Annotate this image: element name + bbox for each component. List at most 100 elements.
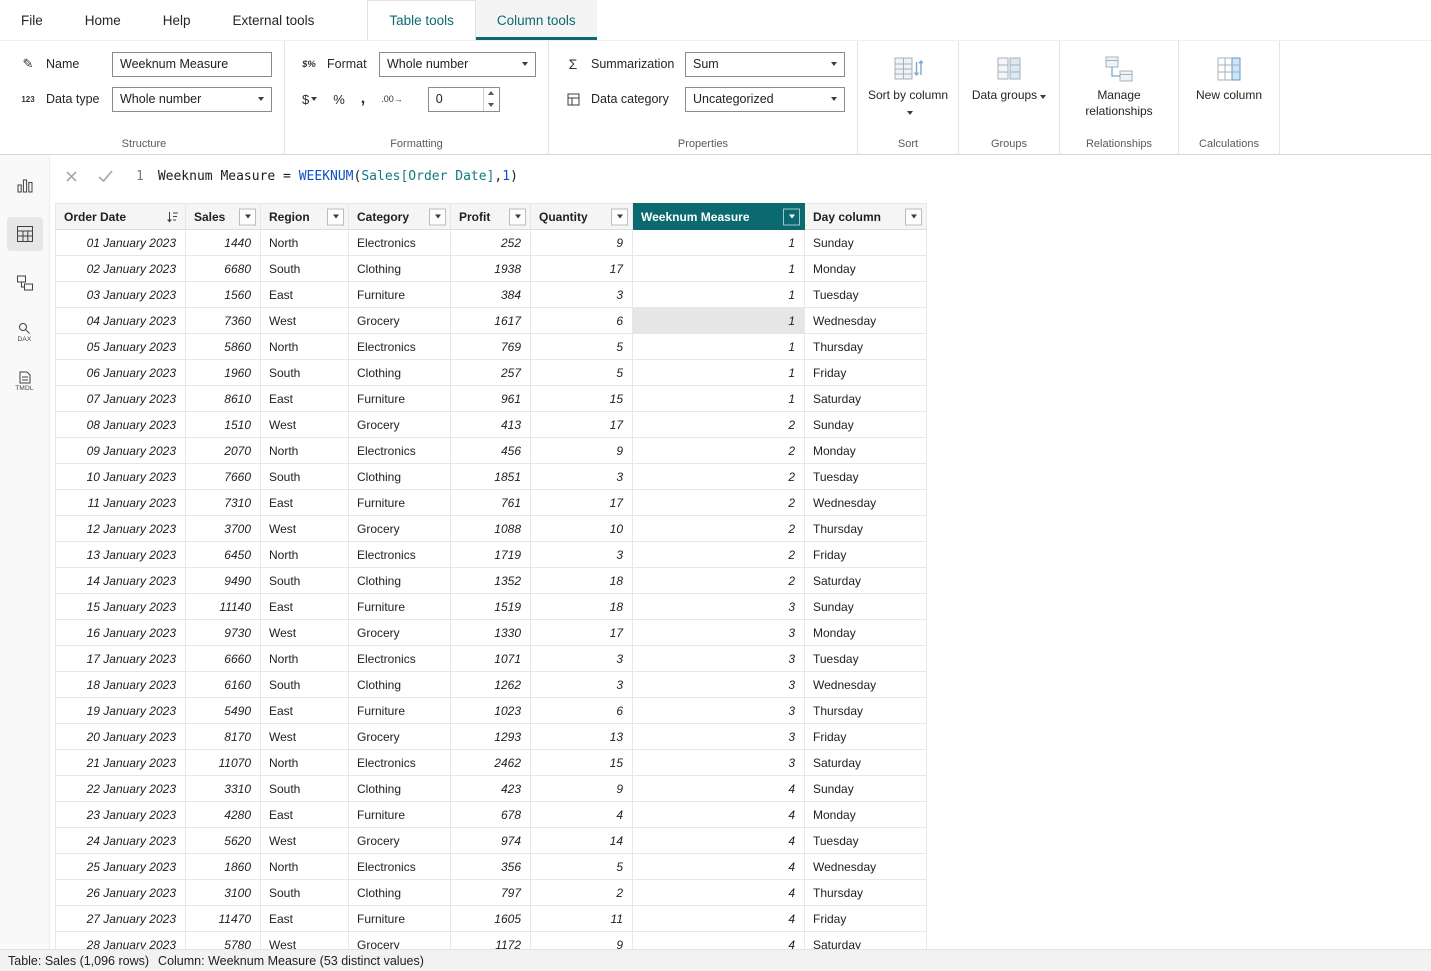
cell-r19-c2[interactable]: West — [261, 724, 349, 750]
cell-r9-c6[interactable]: 2 — [633, 464, 805, 490]
cell-r5-c2[interactable]: South — [261, 360, 349, 386]
cell-r11-c5[interactable]: 10 — [531, 516, 633, 542]
cell-r0-c3[interactable]: Electronics — [349, 230, 451, 256]
cell-r0-c6[interactable]: 1 — [633, 230, 805, 256]
dax-formula-input[interactable]: Weeknum Measure = WEEKNUM(Sales[Order Da… — [158, 169, 518, 184]
cell-r14-c4[interactable]: 1519 — [451, 594, 531, 620]
cell-r10-c5[interactable]: 17 — [531, 490, 633, 516]
cell-r24-c6[interactable]: 4 — [633, 854, 805, 880]
cell-r1-c0[interactable]: 02 January 2023 — [56, 256, 186, 282]
cell-r27-c2[interactable]: West — [261, 932, 349, 950]
cell-r5-c0[interactable]: 06 January 2023 — [56, 360, 186, 386]
cell-r26-c0[interactable]: 27 January 2023 — [56, 906, 186, 932]
cell-r24-c7[interactable]: Wednesday — [805, 854, 927, 880]
cell-r25-c4[interactable]: 797 — [451, 880, 531, 906]
cell-r0-c7[interactable]: Sunday — [805, 230, 927, 256]
cell-r25-c3[interactable]: Clothing — [349, 880, 451, 906]
cell-r20-c5[interactable]: 15 — [531, 750, 633, 776]
cell-r24-c2[interactable]: North — [261, 854, 349, 880]
cell-r0-c0[interactable]: 01 January 2023 — [56, 230, 186, 256]
cell-r24-c4[interactable]: 356 — [451, 854, 531, 880]
tmdl-view-button[interactable]: TMDL — [7, 364, 43, 398]
cell-r13-c7[interactable]: Saturday — [805, 568, 927, 594]
cell-r4-c3[interactable]: Electronics — [349, 334, 451, 360]
tab-help[interactable]: Help — [142, 0, 212, 40]
cell-r3-c2[interactable]: West — [261, 308, 349, 334]
cell-r8-c7[interactable]: Monday — [805, 438, 927, 464]
cell-r2-c5[interactable]: 3 — [531, 282, 633, 308]
model-view-button[interactable] — [7, 266, 43, 300]
data-type-select[interactable]: Whole number — [112, 87, 272, 112]
cell-r13-c3[interactable]: Clothing — [349, 568, 451, 594]
cell-r0-c2[interactable]: North — [261, 230, 349, 256]
cell-r6-c5[interactable]: 15 — [531, 386, 633, 412]
cell-r0-c1[interactable]: 1440 — [186, 230, 261, 256]
cell-r1-c6[interactable]: 1 — [633, 256, 805, 282]
cell-r21-c1[interactable]: 3310 — [186, 776, 261, 802]
cell-r21-c3[interactable]: Clothing — [349, 776, 451, 802]
stepper-up-button[interactable] — [484, 88, 499, 100]
column-header-day-column[interactable]: Day column — [805, 204, 927, 230]
cell-r8-c2[interactable]: North — [261, 438, 349, 464]
cell-r23-c0[interactable]: 24 January 2023 — [56, 828, 186, 854]
cell-r20-c3[interactable]: Electronics — [349, 750, 451, 776]
cell-r7-c1[interactable]: 1510 — [186, 412, 261, 438]
cell-r2-c4[interactable]: 384 — [451, 282, 531, 308]
column-header-profit[interactable]: Profit — [451, 204, 531, 230]
cell-r17-c0[interactable]: 18 January 2023 — [56, 672, 186, 698]
cell-r16-c7[interactable]: Tuesday — [805, 646, 927, 672]
cell-r25-c6[interactable]: 4 — [633, 880, 805, 906]
cell-r5-c5[interactable]: 5 — [531, 360, 633, 386]
cell-r7-c6[interactable]: 2 — [633, 412, 805, 438]
cell-r20-c7[interactable]: Saturday — [805, 750, 927, 776]
cell-r23-c1[interactable]: 5620 — [186, 828, 261, 854]
cell-r5-c4[interactable]: 257 — [451, 360, 531, 386]
cell-r13-c1[interactable]: 9490 — [186, 568, 261, 594]
column-header-order-date[interactable]: Order Date — [56, 204, 186, 230]
cell-r12-c2[interactable]: North — [261, 542, 349, 568]
cell-r27-c4[interactable]: 1172 — [451, 932, 531, 950]
cell-r2-c0[interactable]: 03 January 2023 — [56, 282, 186, 308]
cell-r12-c1[interactable]: 6450 — [186, 542, 261, 568]
cell-r8-c5[interactable]: 9 — [531, 438, 633, 464]
cell-r14-c2[interactable]: East — [261, 594, 349, 620]
cell-r10-c7[interactable]: Wednesday — [805, 490, 927, 516]
cell-r16-c4[interactable]: 1071 — [451, 646, 531, 672]
cell-r17-c1[interactable]: 6160 — [186, 672, 261, 698]
cell-r21-c6[interactable]: 4 — [633, 776, 805, 802]
cell-r22-c1[interactable]: 4280 — [186, 802, 261, 828]
cell-r15-c4[interactable]: 1330 — [451, 620, 531, 646]
data-view-button[interactable] — [7, 217, 43, 251]
cell-r18-c2[interactable]: East — [261, 698, 349, 724]
cell-r27-c3[interactable]: Grocery — [349, 932, 451, 950]
cell-r2-c1[interactable]: 1560 — [186, 282, 261, 308]
cell-r15-c7[interactable]: Monday — [805, 620, 927, 646]
cell-r20-c6[interactable]: 3 — [633, 750, 805, 776]
cell-r26-c2[interactable]: East — [261, 906, 349, 932]
cell-r25-c1[interactable]: 3100 — [186, 880, 261, 906]
cell-r12-c7[interactable]: Friday — [805, 542, 927, 568]
cell-r7-c0[interactable]: 08 January 2023 — [56, 412, 186, 438]
cell-r15-c0[interactable]: 16 January 2023 — [56, 620, 186, 646]
cell-r25-c5[interactable]: 2 — [531, 880, 633, 906]
cell-r8-c3[interactable]: Electronics — [349, 438, 451, 464]
cell-r13-c4[interactable]: 1352 — [451, 568, 531, 594]
cell-r4-c7[interactable]: Thursday — [805, 334, 927, 360]
cell-r13-c0[interactable]: 14 January 2023 — [56, 568, 186, 594]
thousands-separator-button[interactable]: , — [356, 92, 370, 106]
cell-r22-c6[interactable]: 4 — [633, 802, 805, 828]
cell-r0-c5[interactable]: 9 — [531, 230, 633, 256]
summarization-select[interactable]: Sum — [685, 52, 845, 77]
cell-r19-c1[interactable]: 8170 — [186, 724, 261, 750]
cell-r27-c7[interactable]: Saturday — [805, 932, 927, 950]
cell-r14-c7[interactable]: Sunday — [805, 594, 927, 620]
manage-relationships-button[interactable]: Manage relationships — [1068, 51, 1170, 119]
cell-r9-c4[interactable]: 1851 — [451, 464, 531, 490]
stepper-down-button[interactable] — [484, 99, 499, 111]
cell-r22-c4[interactable]: 678 — [451, 802, 531, 828]
cell-r11-c6[interactable]: 2 — [633, 516, 805, 542]
cell-r6-c4[interactable]: 961 — [451, 386, 531, 412]
data-grid-viewport[interactable]: Order DateSalesRegionCategoryProfitQuant… — [50, 197, 1431, 949]
cell-r17-c6[interactable]: 3 — [633, 672, 805, 698]
cell-r5-c7[interactable]: Friday — [805, 360, 927, 386]
